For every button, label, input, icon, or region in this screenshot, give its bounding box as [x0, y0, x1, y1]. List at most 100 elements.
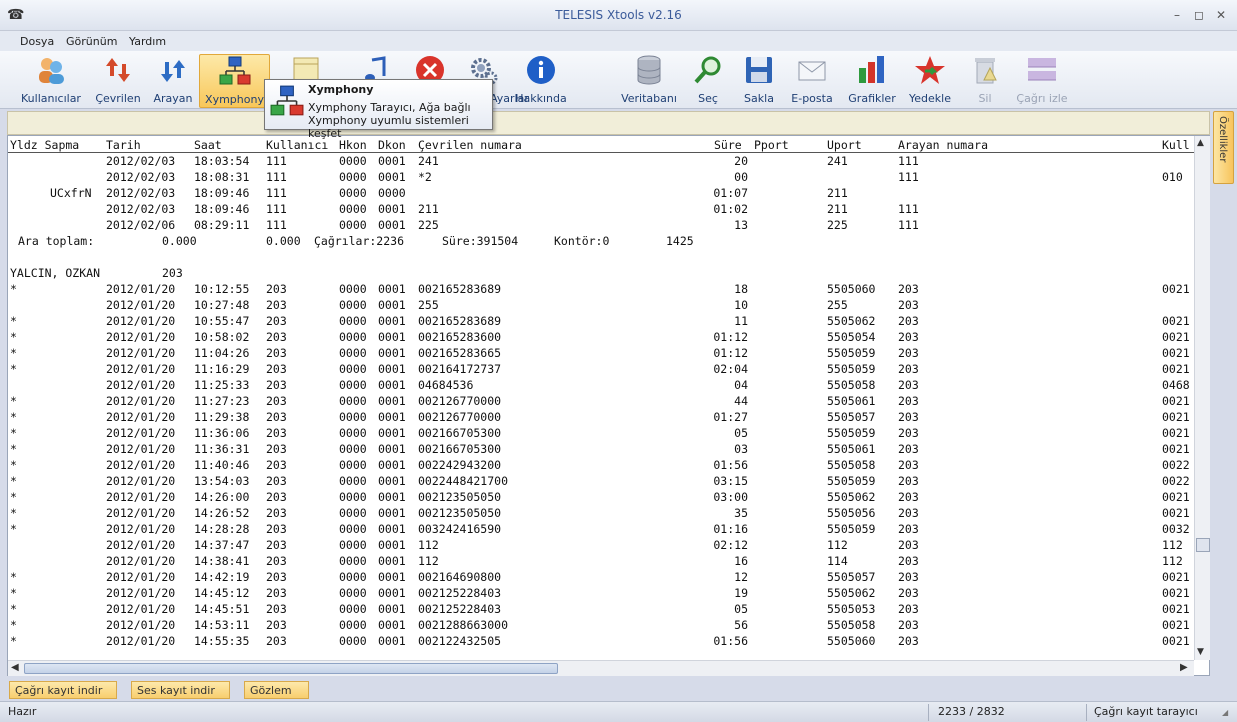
- database-button[interactable]: Veritabanı: [620, 54, 678, 108]
- col-time: 11:40:46: [194, 458, 250, 472]
- col-caller: 203: [898, 554, 919, 568]
- col-dkon: 0001: [378, 490, 406, 504]
- table-row[interactable]: 2012/02/03 18:09:46 111 0000 0001 211 01:02 211…: [8, 201, 1194, 217]
- save-button[interactable]: Sakla: [740, 54, 778, 108]
- menu-yardim[interactable]: Yardım: [129, 35, 166, 48]
- col-hkon: 0000: [339, 202, 367, 216]
- table-row[interactable]: 2012/01/20 10:27:48 203 0000 0001 255 10 255 203: [8, 297, 1194, 313]
- col-duration: 01:12: [713, 330, 748, 344]
- select-button[interactable]: Seç: [690, 54, 726, 108]
- table-row[interactable]: * 2012/01/20 11:16:29 203 0000 0001 0021641727…: [8, 361, 1194, 377]
- header-sure[interactable]: Süre: [714, 137, 742, 153]
- col-user: 111: [266, 202, 287, 216]
- backup-button[interactable]: Yedekle: [908, 54, 952, 108]
- table-row[interactable]: * 2012/01/20 14:28:28 203 0000 0001 0032424165…: [8, 521, 1194, 537]
- table-row[interactable]: * 2012/01/20 14:26:00 203 0000 0001 0021235050…: [8, 489, 1194, 505]
- table-row[interactable]: UCxfrN 2012/02/03 18:09:46 111 0000 0000 01:07…: [8, 185, 1194, 201]
- header-uport[interactable]: Uport: [827, 137, 862, 153]
- xymphony-button[interactable]: Xymphony: [199, 54, 270, 108]
- call-monitor-button[interactable]: Çağrı izle: [1016, 54, 1068, 108]
- email-button[interactable]: E-posta: [790, 54, 834, 108]
- table-row[interactable]: * 2012/01/20 13:54:03 203 0000 0001 0022448421…: [8, 473, 1194, 489]
- table-row[interactable]: * 2012/01/20 11:36:31 203 0000 0001 0021667053…: [8, 441, 1194, 457]
- maximize-button[interactable]: ◻: [1190, 7, 1208, 23]
- col-date: 2012/01/20: [106, 634, 176, 648]
- table-row[interactable]: 2012/02/06 08:29:11 111 0000 0001 225 13 225 111: [8, 217, 1194, 233]
- about-button[interactable]: Hakkında: [514, 54, 568, 108]
- header-pport[interactable]: Pport: [754, 137, 789, 153]
- col-caller: 203: [898, 394, 919, 408]
- col-user: 203: [266, 314, 287, 328]
- table-row[interactable]: * 2012/01/20 11:29:38 203 0000 0001 0021267700…: [8, 409, 1194, 425]
- vertical-scroll-thumb[interactable]: [1196, 538, 1210, 552]
- col-date: 2012/01/20: [106, 298, 176, 312]
- caller-button[interactable]: Arayan: [152, 54, 194, 108]
- col-dkon: 0000: [378, 186, 406, 200]
- col-date: 2012/01/20: [106, 442, 176, 456]
- table-row[interactable]: * 2012/01/20 10:55:47 203 0000 0001 0021652836…: [8, 313, 1194, 329]
- col-time: 18:08:31: [194, 170, 250, 184]
- vertical-scrollbar[interactable]: ▲ ▼: [1194, 136, 1210, 660]
- table-row[interactable]: 2012/02/03 18:08:31 111 0000 0001 *2 00 111 010: [8, 169, 1194, 185]
- dialed-button[interactable]: Çevrilen: [94, 54, 142, 108]
- col-date: 2012/01/20: [106, 474, 176, 488]
- backup-label: Yedekle: [909, 92, 951, 105]
- col-dialed-number: 002165283665: [418, 346, 502, 360]
- table-row[interactable]: * 2012/01/20 11:36:06 203 0000 0001 0021667053…: [8, 425, 1194, 441]
- table-row[interactable]: * 2012/01/20 14:26:52 203 0000 0001 0021235050…: [8, 505, 1194, 521]
- table-row[interactable]: 2012/02/03 18:03:54 111 0000 0001 241 20 241 111: [8, 153, 1194, 169]
- table-row[interactable]: * 2012/01/20 14:45:51 203 0000 0001 0021252284…: [8, 601, 1194, 617]
- network-tree-icon: [270, 85, 304, 116]
- col-user: 111: [266, 170, 287, 184]
- dialed-arrows-icon: [106, 58, 130, 82]
- xymphony-label: Xymphony: [205, 93, 264, 106]
- table-row[interactable]: 2012/01/20 14:37:47 203 0000 0001 112 02:12 112…: [8, 537, 1194, 553]
- scroll-right-icon[interactable]: ▶: [1180, 662, 1188, 673]
- table-row[interactable]: * 2012/01/20 10:58:02 203 0000 0001 0021652836…: [8, 329, 1194, 345]
- table-row[interactable]: 2012/01/20 14:38:41 203 0000 0001 112 16 114 203…: [8, 553, 1194, 569]
- menu-dosya[interactable]: Dosya: [20, 35, 54, 48]
- caller-arrows-icon: [161, 60, 185, 82]
- table-row[interactable]: * 2012/01/20 11:40:46 203 0000 0001 0022429432…: [8, 457, 1194, 473]
- table-row[interactable]: * 2012/01/20 11:04:26 203 0000 0001 0021652836…: [8, 345, 1194, 361]
- tab-ses-kayit-indir[interactable]: Ses kayıt indir: [131, 681, 230, 699]
- table-row[interactable]: * 2012/01/20 14:45:12 203 0000 0001 0021252284…: [8, 585, 1194, 601]
- header-kull[interactable]: Kull: [1162, 137, 1190, 153]
- col-dialed-number: 002164172737: [418, 362, 502, 376]
- col-time: 18:03:54: [194, 154, 250, 168]
- scroll-left-icon[interactable]: ◀: [11, 662, 19, 673]
- horizontal-scroll-thumb[interactable]: [24, 663, 558, 674]
- header-saat[interactable]: Saat: [194, 137, 222, 153]
- table-row[interactable]: * 2012/01/20 10:12:55 203 0000 0001 0021652836…: [8, 281, 1194, 297]
- scroll-down-icon[interactable]: ▼: [1197, 647, 1204, 657]
- col-dialed-number: 002165283600: [418, 330, 502, 344]
- delete-button[interactable]: Sil: [968, 54, 1002, 108]
- charts-button[interactable]: Grafikler: [848, 54, 896, 108]
- table-row[interactable]: * 2012/01/20 11:27:23 203 0000 0001 0021267700…: [8, 393, 1194, 409]
- col-dkon: 0001: [378, 618, 406, 632]
- tab-cagri-kayit-indir[interactable]: Çağrı kayıt indir: [9, 681, 117, 699]
- table-row[interactable]: * 2012/01/20 14:55:35 203 0000 0001 0021224325…: [8, 633, 1194, 649]
- horizontal-scrollbar[interactable]: ◀ ▶: [8, 660, 1194, 676]
- users-button[interactable]: Kullanıcılar: [20, 54, 82, 108]
- scroll-up-icon[interactable]: ▲: [1197, 138, 1204, 148]
- table-row[interactable]: 2012/01/20 11:25:33 203 0000 0001 04684536 04 5…: [8, 377, 1194, 393]
- col-caller: 203: [898, 410, 919, 424]
- col-flag: *: [10, 426, 17, 440]
- menu-gorunum[interactable]: Görünüm: [66, 35, 117, 48]
- col-kull: 0032: [1162, 522, 1190, 536]
- resize-grip-icon[interactable]: ◢: [1222, 708, 1228, 717]
- properties-side-tab[interactable]: Özellikler: [1213, 111, 1234, 184]
- table-row[interactable]: * 2012/01/20 14:53:11 203 0000 0001 0021288663…: [8, 617, 1194, 633]
- table-row[interactable]: * 2012/01/20 14:42:19 203 0000 0001 0021646908…: [8, 569, 1194, 585]
- xymphony-tooltip: Xymphony Xymphony Tarayıcı, Ağa bağlı Xy…: [264, 79, 493, 140]
- minimize-button[interactable]: –: [1168, 7, 1186, 23]
- col-caller: 203: [898, 538, 919, 552]
- header-arayan-numara[interactable]: Arayan numara: [898, 137, 988, 153]
- header-tarih[interactable]: Tarih: [106, 137, 141, 153]
- header-yldz-sapma[interactable]: Yldz Sapma: [10, 137, 79, 153]
- tab-gozlem[interactable]: Gözlem: [244, 681, 309, 699]
- col-duration: 04: [734, 378, 748, 392]
- col-kull: 112: [1162, 554, 1183, 568]
- close-button[interactable]: ✕: [1212, 7, 1230, 23]
